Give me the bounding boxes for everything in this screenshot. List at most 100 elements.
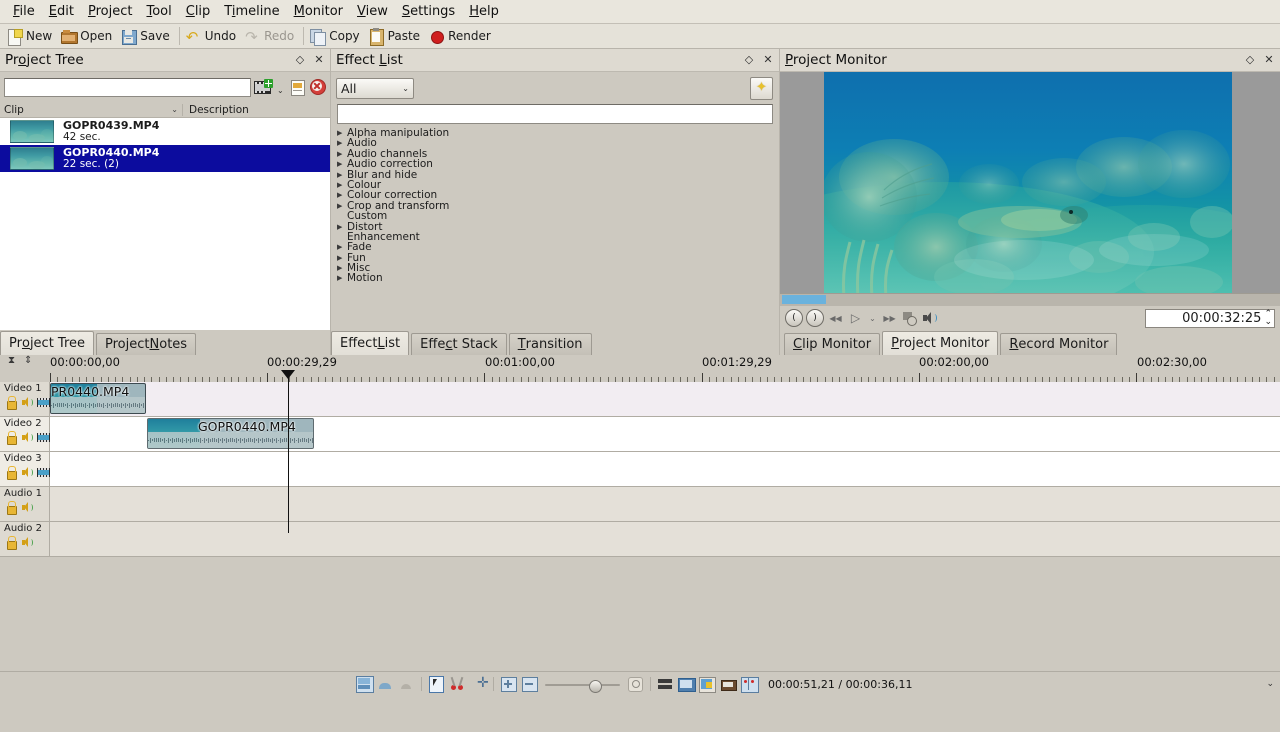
float-panel-icon[interactable]: ◇ xyxy=(741,52,757,68)
monitor-timecode[interactable]: 00:00:32:25 ⌃ ⌄ xyxy=(1145,308,1275,328)
track-content[interactable]: PR0440.MP4 xyxy=(50,382,1280,416)
close-panel-icon[interactable]: ✕ xyxy=(311,52,327,68)
snap-button[interactable] xyxy=(657,676,674,693)
clip-properties-icon[interactable] xyxy=(289,79,306,96)
track-height-icon[interactable]: ⇕ xyxy=(24,356,32,366)
tab-transition[interactable]: Transition xyxy=(508,333,592,355)
effect-category-select[interactable]: All ⌄ xyxy=(336,77,414,99)
menu-item-help[interactable]: Help xyxy=(462,2,506,21)
track-header-audio-2[interactable]: Audio 2 xyxy=(0,522,50,556)
play-menu-button[interactable]: ⌄ xyxy=(867,310,878,326)
tab-effect-stack[interactable]: Effe c t Stack xyxy=(411,333,507,355)
close-panel-icon[interactable]: ✕ xyxy=(1261,52,1277,68)
forward-button[interactable]: ▶▶ xyxy=(881,310,898,326)
zoom-in-button[interactable] xyxy=(627,676,644,693)
mute-icon[interactable] xyxy=(21,466,34,479)
set-zone-in-button[interactable]: ( xyxy=(785,309,803,327)
lock-icon[interactable] xyxy=(5,536,18,550)
zone-collapse-icon[interactable]: ⧗ xyxy=(8,356,15,366)
timecode-spinner-icon[interactable]: ⌃ ⌄ xyxy=(1264,310,1272,327)
lock-icon[interactable] xyxy=(5,501,18,515)
lock-icon[interactable] xyxy=(5,466,18,480)
effects-indicator-button[interactable] xyxy=(698,676,716,693)
effect-category-item[interactable]: Custom xyxy=(337,211,779,222)
menu-item-view[interactable]: View xyxy=(350,2,395,21)
effect-category-item[interactable]: ▶ Alpha manipulation xyxy=(337,128,779,139)
effect-category-item[interactable]: ▶ Motion xyxy=(337,273,779,284)
mute-icon[interactable] xyxy=(21,396,34,409)
delete-clip-icon[interactable] xyxy=(309,79,326,95)
expand-triangle-icon[interactable]: ▶ xyxy=(337,242,346,252)
volume-button[interactable] xyxy=(921,310,938,326)
lock-icon[interactable] xyxy=(5,431,18,445)
chevron-down-icon[interactable]: ⌄ xyxy=(276,80,286,95)
effect-category-item[interactable]: ▶ Blur and hide xyxy=(337,169,779,180)
mute-icon[interactable] xyxy=(21,431,34,444)
menu-item-edit[interactable]: Edit xyxy=(42,2,81,21)
expand-triangle-icon[interactable]: ▶ xyxy=(337,138,346,148)
monitor-video-area[interactable] xyxy=(780,72,1280,293)
copy-button[interactable]: Copy xyxy=(307,28,365,46)
float-panel-icon[interactable]: ◇ xyxy=(292,52,308,68)
undo-button[interactable]: ↶ Undo xyxy=(183,28,242,45)
track-content[interactable] xyxy=(50,452,1280,486)
expand-triangle-icon[interactable]: ▶ xyxy=(337,222,346,232)
expand-triangle-icon[interactable]: ▶ xyxy=(337,159,346,169)
new-button[interactable]: New xyxy=(4,28,58,46)
timeline-ruler[interactable]: ⧗ ⇕ 00:00:00,00 00:00:29,29 00:01:00,00 00:… xyxy=(0,355,1280,382)
fit-zoom-button[interactable] xyxy=(500,676,517,693)
effect-category-item[interactable]: ▶ Misc xyxy=(337,263,779,274)
effect-category-item[interactable]: ▶ Fade xyxy=(337,242,779,253)
expand-triangle-icon[interactable]: ▶ xyxy=(337,201,346,211)
column-header-clip[interactable]: Clip ⌄ xyxy=(0,104,182,116)
tab-record-monitor[interactable]: Record Monitor xyxy=(1000,333,1118,355)
save-button[interactable]: Save xyxy=(118,28,175,45)
timeline-scale[interactable]: 00:00:00,00 00:00:29,29 00:01:00,00 00:01:2… xyxy=(50,355,1280,382)
project-tree-clip-list[interactable]: GOPR0439.MP4 42 sec. GOPR0440.MP4 22 sec. (… xyxy=(0,118,330,330)
tab-project-tree[interactable]: Pr o ject Tree xyxy=(0,331,95,355)
show-audio-thumbs-button[interactable] xyxy=(377,676,394,693)
float-panel-icon[interactable]: ◇ xyxy=(1242,52,1258,68)
track-content[interactable] xyxy=(50,522,1280,556)
show-markers-button[interactable] xyxy=(398,676,415,693)
playhead-marker[interactable] xyxy=(281,370,295,379)
video-icon[interactable] xyxy=(37,396,50,409)
effect-category-tree[interactable]: ▶ Alpha manipulation ▶ Audio ▶ Audio channels… xyxy=(331,128,779,330)
star-icon[interactable]: ✦ xyxy=(750,76,773,100)
zoom-slider-handle[interactable] xyxy=(588,679,602,693)
zoom-slider[interactable] xyxy=(544,676,620,693)
clip-list-item[interactable]: GOPR0439.MP4 42 sec. xyxy=(0,118,330,145)
set-zone-out-button[interactable]: ) xyxy=(806,309,824,327)
mute-icon[interactable] xyxy=(21,501,34,514)
progress-indicator-button[interactable] xyxy=(740,676,759,693)
open-button[interactable]: Open xyxy=(58,28,118,45)
razor-tool-button[interactable] xyxy=(449,676,466,693)
selection-tool-button[interactable] xyxy=(428,675,445,693)
video-icon[interactable] xyxy=(37,466,50,479)
expand-triangle-icon[interactable]: ▶ xyxy=(337,273,346,283)
clip-list-item[interactable]: GOPR0440.MP4 22 sec. (2) xyxy=(0,145,330,172)
expand-triangle-icon[interactable]: ▶ xyxy=(337,128,346,138)
mute-icon[interactable] xyxy=(21,536,34,549)
timeline-preview-button[interactable] xyxy=(677,676,696,693)
rewind-button[interactable]: ◀◀ xyxy=(827,310,844,326)
expand-triangle-icon[interactable]: ▶ xyxy=(337,180,346,190)
show-video-thumbs-button[interactable] xyxy=(355,675,374,693)
spacer-tool-button[interactable]: ✛ xyxy=(470,676,489,693)
timeline-clip[interactable]: PR0440.MP4 xyxy=(50,383,146,414)
zoom-out-button[interactable] xyxy=(521,676,538,693)
chevron-down-icon[interactable]: ⌄ xyxy=(1266,679,1274,689)
track-header-video-2[interactable]: Video 2 xyxy=(0,417,50,451)
lock-icon[interactable] xyxy=(5,396,18,410)
effect-category-item[interactable]: ▶ Crop and transform xyxy=(337,200,779,211)
menu-item-clip[interactable]: Clip xyxy=(179,2,218,21)
track-header-video-3[interactable]: Video 3 xyxy=(0,452,50,486)
effect-search-input[interactable] xyxy=(337,104,773,124)
zone-edit-button[interactable] xyxy=(901,310,918,326)
monitor-zone-bar[interactable] xyxy=(782,295,826,304)
track-header-video-1[interactable]: Video 1 xyxy=(0,382,50,416)
expand-triangle-icon[interactable]: ▶ xyxy=(337,253,346,263)
effect-category-item[interactable]: Enhancement xyxy=(337,231,779,242)
menu-item-file[interactable]: File xyxy=(6,2,42,21)
monitor-ruler[interactable] xyxy=(780,293,1280,306)
